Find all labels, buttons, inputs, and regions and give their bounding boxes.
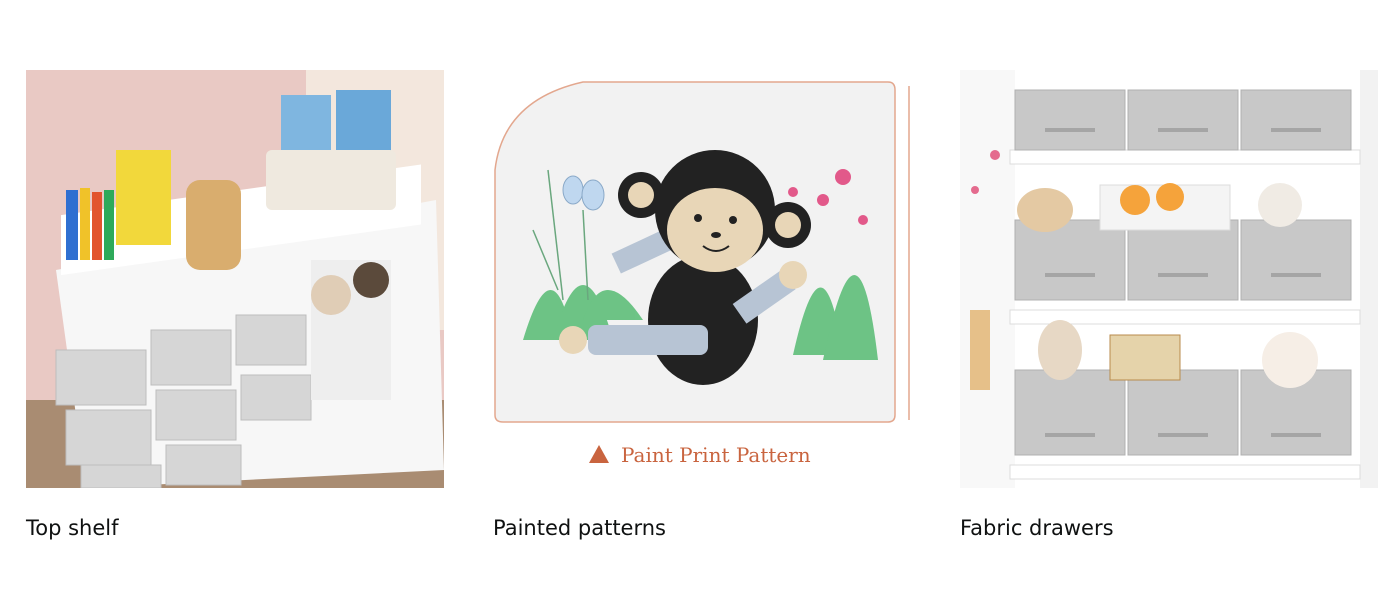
feature-card-painted-patterns: Paint Print Pattern Painted patterns	[493, 70, 911, 541]
top-shelf-image	[26, 70, 444, 488]
pattern-caption-text: Paint Print Pattern	[621, 443, 811, 467]
fabric-drawers-image	[960, 70, 1378, 488]
feature-card-fabric-drawers: Fabric drawers	[960, 70, 1378, 541]
painted-pattern-image: Paint Print Pattern	[493, 70, 911, 488]
card-caption: Painted patterns	[493, 516, 666, 540]
card-caption: Top shelf	[26, 516, 119, 540]
card-caption: Fabric drawers	[960, 516, 1114, 540]
feature-card-top-shelf: Top shelf	[26, 70, 444, 541]
